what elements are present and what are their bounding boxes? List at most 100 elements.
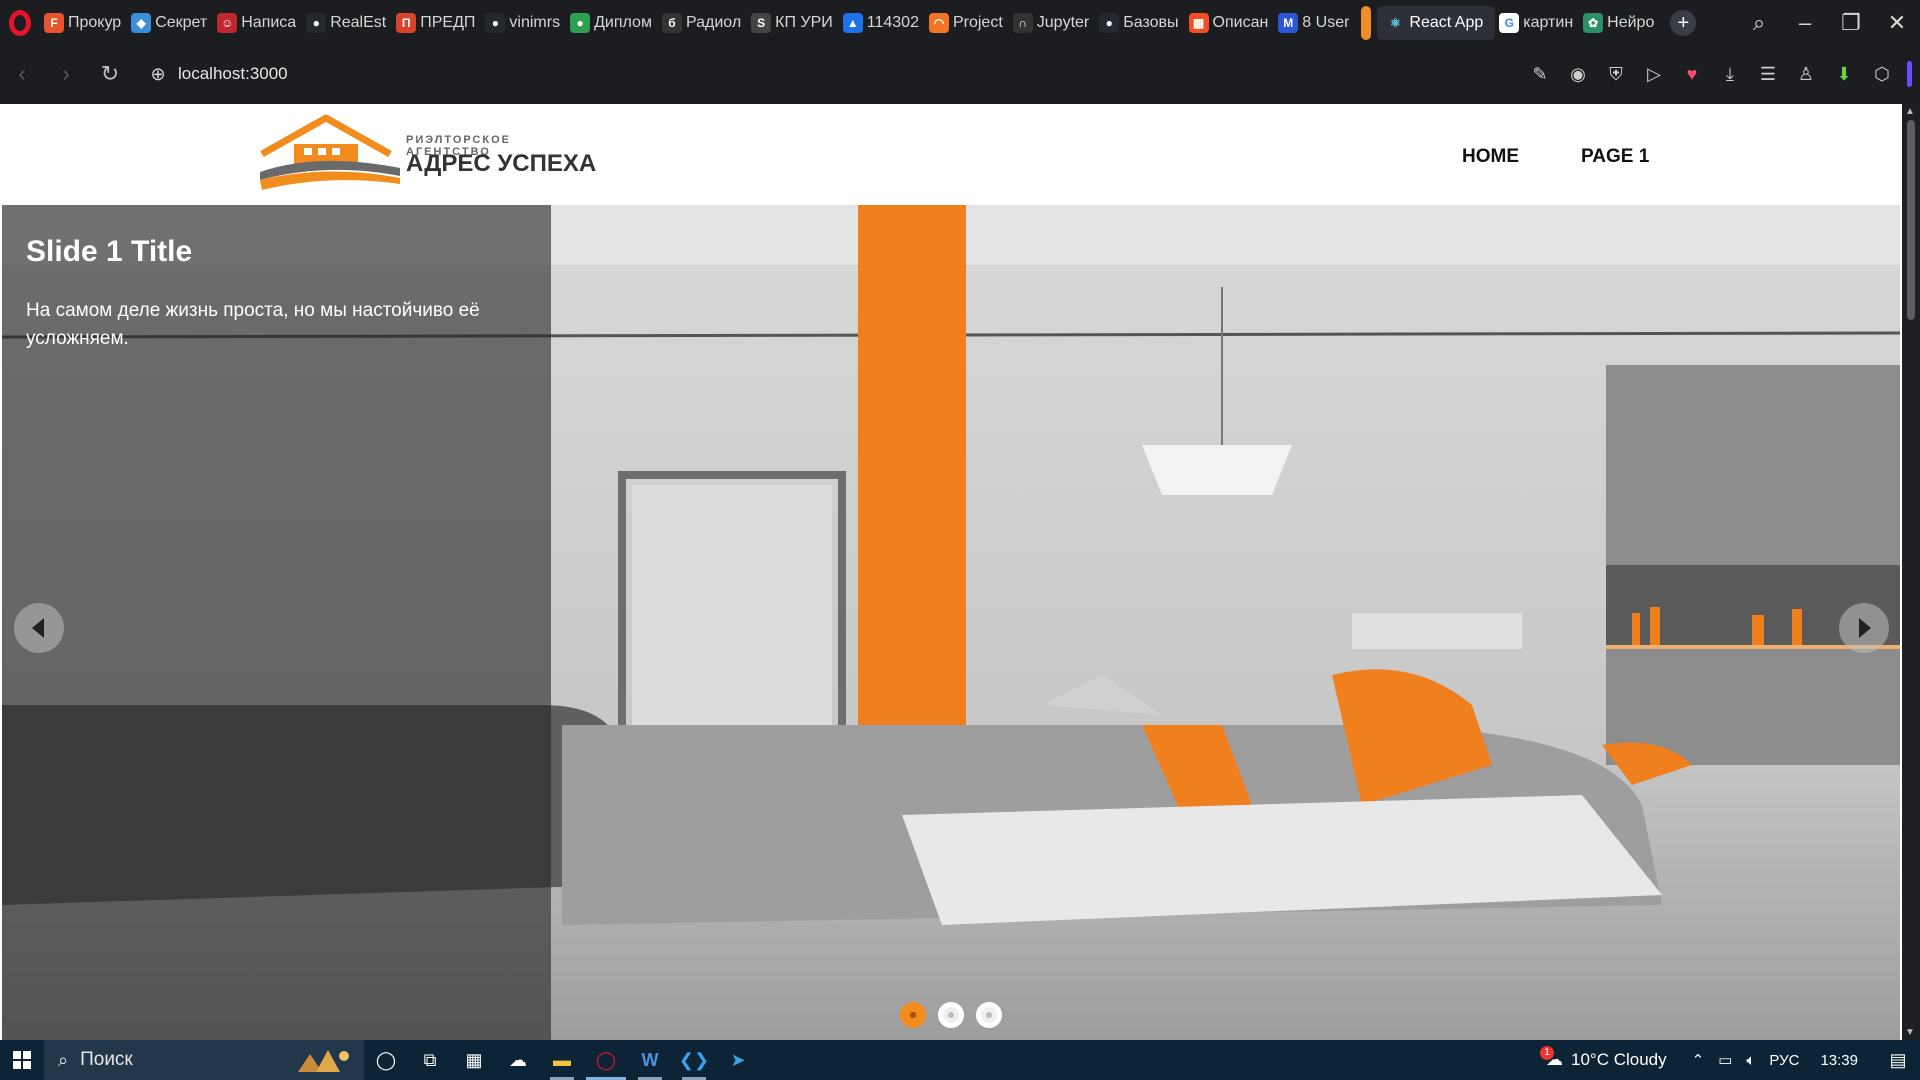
chevron-up-icon[interactable]: ⌃ [1692, 1051, 1705, 1069]
browser-tab[interactable]: ✿ Нейро [1579, 6, 1660, 40]
shield-icon[interactable]: ⛨ [1597, 64, 1635, 85]
system-tray: ☁ 1 10°C Cloudy ⌃ ▭ 🔈︎ РУС 13:39 ▤ [1540, 1040, 1920, 1080]
tab-group-marker[interactable] [1361, 6, 1372, 40]
slide-dot[interactable] [938, 1002, 964, 1028]
telegram-icon[interactable]: ➤ [716, 1040, 760, 1080]
browser-tab[interactable]: ● vinimrs [481, 6, 566, 40]
new-tab-button[interactable]: + [1670, 10, 1697, 36]
opera-menu-icon[interactable] [0, 0, 40, 46]
tab-label: Секрет [155, 14, 208, 31]
store-icon[interactable]: ▦ [452, 1040, 496, 1080]
tab-favicon-icon: M [1278, 13, 1299, 33]
close-icon[interactable]: ✕ [1874, 10, 1920, 36]
page-scrollbar[interactable]: ▲ ▼ [1902, 104, 1920, 1040]
cortana-icon[interactable]: ◯ [364, 1040, 408, 1080]
browser-tab[interactable]: ☺ Написа [213, 6, 302, 40]
tab-label: vinimrs [509, 14, 561, 31]
browser-tab[interactable]: ● Диплом [566, 6, 658, 40]
volume-icon[interactable]: 🔈︎ [1746, 1052, 1755, 1069]
search-placeholder: Поиск [80, 1049, 133, 1070]
tab-label: React App [1409, 14, 1484, 31]
tab-favicon-icon: ∩ [1012, 13, 1033, 33]
battery-icon[interactable]: ▭ [1718, 1051, 1732, 1069]
browser-tab[interactable]: ◠ Project [925, 6, 1009, 40]
edit-icon[interactable]: ✎ [1521, 64, 1559, 85]
url-field[interactable]: localhost:3000 [178, 64, 288, 84]
task-view-icon[interactable]: ⧉ [408, 1040, 452, 1080]
tab-favicon-icon: ☺ [217, 13, 238, 33]
tab-favicon-icon: ● [485, 13, 506, 33]
browser-tab[interactable]: S КП УРИ [747, 6, 839, 40]
notifications-icon[interactable]: ▤ [1876, 1050, 1920, 1071]
download-icon[interactable]: ⤓ [1711, 64, 1749, 85]
reload-icon[interactable]: ↻ [88, 61, 132, 87]
search-tabs-icon[interactable]: ⌕ [1736, 10, 1782, 36]
address-tools: ✎ ◉ ⛨ ▷ ♥ ⤓ ☰ ♙ ⬇ ⬡ [1521, 46, 1912, 102]
browser-tab[interactable]: F Прокур [40, 6, 127, 40]
app-cloud-icon[interactable]: ☁ [496, 1040, 540, 1080]
vscode-icon[interactable]: ❮❯ [672, 1040, 716, 1080]
cloud-icon: ☁ 1 [1540, 1046, 1563, 1070]
prev-slide-button[interactable] [14, 603, 64, 653]
site-header: РИЭЛТОРСКОЕ АГЕНТСТВО АДРЕС УСПЕХА HOME … [2, 104, 1900, 205]
start-button[interactable] [0, 1051, 44, 1069]
tab-label: Базовы [1123, 14, 1179, 31]
tab-active[interactable]: ⚛ React App [1377, 6, 1496, 40]
camera-icon[interactable]: ◉ [1559, 64, 1597, 85]
slide-dot[interactable] [900, 1002, 926, 1028]
next-slide-button[interactable] [1839, 603, 1889, 653]
globe-icon: ⊕ [150, 63, 166, 84]
browser-tab-bar: F Прокур ◆ Секрет ☺ Написа ● RealEst П ПРЕДП ● vini… [0, 0, 1920, 46]
back-icon[interactable]: ‹ [0, 61, 44, 87]
taskbar-search[interactable]: ⌕ Поиск [44, 1040, 364, 1080]
tab-favicon-icon: ▲ [842, 13, 863, 33]
house-logo-icon [260, 114, 400, 190]
browser-tab[interactable]: б Радиол [658, 6, 747, 40]
restore-icon[interactable]: ❐ [1828, 10, 1874, 36]
tab-label: КП УРИ [775, 14, 833, 31]
forward-icon[interactable]: › [44, 61, 88, 87]
tab-favicon-icon: G [1499, 13, 1520, 33]
arrow-right-icon [1859, 618, 1871, 638]
logo[interactable]: РИЭЛТОРСКОЕ АГЕНТСТВО АДРЕС УСПЕХА [258, 114, 598, 196]
extension-download-icon[interactable]: ⬇ [1825, 64, 1863, 85]
browser-tab[interactable]: ● Базовы [1095, 6, 1184, 40]
tab-label: Описан [1212, 14, 1269, 31]
play-icon[interactable]: ▷ [1635, 64, 1673, 85]
file-explorer-icon[interactable]: ▬ [540, 1040, 584, 1080]
browser-tab[interactable]: ◆ Секрет [127, 6, 213, 40]
scroll-up-icon[interactable]: ▲ [1905, 106, 1915, 117]
opera-taskbar-icon[interactable]: ◯ [584, 1040, 628, 1080]
logo-title: АДРЕС УСПЕХА [406, 150, 597, 177]
browser-tab[interactable]: ● RealEst [302, 6, 392, 40]
extensions-icon[interactable]: ⬡ [1863, 64, 1901, 85]
nav-home[interactable]: HOME [1462, 146, 1519, 168]
arrow-left-icon [32, 618, 44, 638]
browser-tab[interactable]: ▲ 114302 [839, 6, 925, 40]
browser-tab[interactable]: M8 User [1274, 6, 1355, 40]
address-bar: ‹ › ↻ ⊕ localhost:3000 ✎ ◉ ⛨ ▷ ♥ ⤓ ☰ ♙ ⬇… [0, 46, 1920, 102]
browser-tab[interactable]: П ПРЕДП [392, 6, 481, 40]
heart-icon[interactable]: ♥ [1673, 64, 1711, 85]
weather-widget[interactable]: ☁ 1 10°C Cloudy [1540, 1046, 1667, 1070]
tab-favicon-icon: ◆ [131, 13, 152, 33]
slide-text: На самом деле жизнь проста, но мы настой… [26, 300, 480, 349]
clock[interactable]: 13:39 [1820, 1052, 1858, 1069]
weather-badge: 1 [1540, 1046, 1554, 1060]
easy-setup-icon[interactable]: ☰ [1749, 64, 1787, 85]
profile-icon[interactable]: ♙ [1787, 64, 1825, 85]
browser-tab[interactable]: Gкартин [1495, 6, 1579, 40]
sidebar-toggle[interactable] [1907, 61, 1912, 87]
weather-text: 10°C Cloudy [1571, 1050, 1667, 1069]
scrollbar-thumb[interactable] [1907, 120, 1915, 320]
slide-dot[interactable] [976, 1002, 1002, 1028]
scroll-down-icon[interactable]: ▼ [1905, 1027, 1915, 1038]
minimize-icon[interactable]: – [1782, 10, 1828, 36]
search-highlight-icon [298, 1050, 349, 1072]
browser-tab[interactable]: ∩ Jupyter [1009, 6, 1095, 40]
language-indicator[interactable]: РУС [1769, 1052, 1799, 1069]
browser-tab[interactable]: ▦ Описан [1185, 6, 1275, 40]
tab-favicon-icon: б [661, 13, 682, 33]
nav-page1[interactable]: PAGE 1 [1581, 146, 1649, 168]
word-icon[interactable]: W [628, 1040, 672, 1080]
